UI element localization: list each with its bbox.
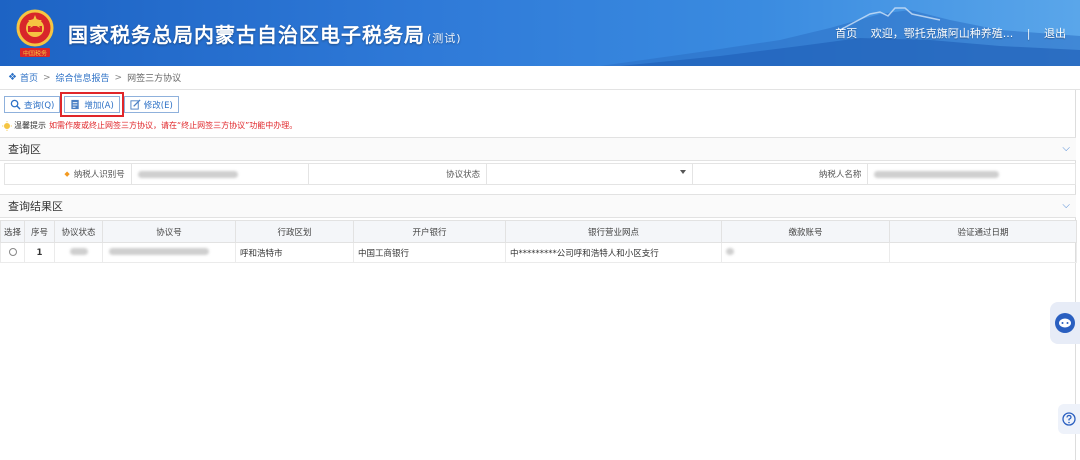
column-header: 验证通过日期 xyxy=(889,220,1077,243)
column-header: 协议状态 xyxy=(54,220,103,243)
row-select-cell[interactable] xyxy=(0,242,25,263)
query-form-row: ◆ 纳税人识别号 协议状态 纳税人名称 xyxy=(4,163,1076,185)
app-title-tag: (测试) xyxy=(427,32,462,45)
table-row[interactable]: 1 呼和浩特市 中国工商银行 中*********公司呼和浩特人和小区支行 xyxy=(0,242,1077,263)
online-service-button[interactable] xyxy=(1050,302,1080,344)
redacted-value xyxy=(137,170,238,178)
row-seq: 1 xyxy=(24,242,55,263)
redacted-value xyxy=(109,247,209,255)
tip-text: 如需作废或终止网签三方协议，请在“终止网签三方协议”功能中办理。 xyxy=(49,121,298,130)
help-widget-button[interactable] xyxy=(1058,404,1080,434)
redacted-value xyxy=(726,247,734,255)
status-select[interactable] xyxy=(487,164,693,184)
chat-icon xyxy=(1055,313,1075,333)
status-label: 协议状态 xyxy=(309,164,488,184)
breadcrumb-arrow: > xyxy=(114,72,123,83)
app-title-text: 国家税务总局内蒙古自治区电子税务局 xyxy=(68,23,425,47)
svg-text:中国税务: 中国税务 xyxy=(23,50,47,58)
table-header-row: 选择 序号 协议状态 协议号 行政区划 开户银行 银行营业网点 缴款账号 验证通… xyxy=(0,220,1077,243)
taxpayer-id-input[interactable] xyxy=(132,164,310,184)
warm-tip: 温馨提示 如需作废或终止网签三方协议，请在“终止网签三方协议”功能中办理。 xyxy=(2,120,297,131)
breadcrumb-arrow: > xyxy=(42,72,51,83)
main-content: 查询(Q) 增加(A) 修改(E) 温馨提示 如需作废或终止网签三方协议，请在“… xyxy=(0,90,1077,460)
row-verify-date xyxy=(889,242,1077,263)
edit-button-label: 修改(E) xyxy=(143,100,173,111)
column-header: 开户银行 xyxy=(353,220,506,243)
add-button[interactable]: 增加(A) xyxy=(60,92,124,117)
user-links: 首页 欢迎，鄂托克旗阿山种养殖... | 退出 xyxy=(825,25,1066,41)
column-header: 选择 xyxy=(0,220,25,243)
add-button-label: 增加(A) xyxy=(84,100,114,111)
breadcrumb-current: 网签三方协议 xyxy=(127,74,182,84)
breadcrumb-home[interactable]: 首页 xyxy=(20,71,38,84)
result-panel-header[interactable]: 查询结果区 ⌵ xyxy=(0,194,1076,218)
query-button[interactable]: 查询(Q) xyxy=(4,96,61,113)
tip-label: 温馨提示 xyxy=(14,121,46,130)
link-separator: | xyxy=(1026,27,1031,40)
row-agreement-no xyxy=(102,242,236,263)
search-icon xyxy=(10,99,21,110)
column-header: 序号 xyxy=(24,220,55,243)
redacted-value xyxy=(874,170,1000,178)
required-marker-icon: ◆ xyxy=(64,170,70,178)
row-radio-button[interactable] xyxy=(8,248,17,256)
column-header: 行政区划 xyxy=(235,220,354,243)
chevron-down-icon[interactable]: ⌵ xyxy=(1062,200,1070,211)
row-account xyxy=(721,242,890,263)
dropdown-arrow-icon xyxy=(679,170,686,174)
row-status xyxy=(54,242,103,263)
location-pin-icon: ❖ xyxy=(8,72,17,83)
lightbulb-icon xyxy=(2,120,12,131)
column-header: 银行营业网点 xyxy=(505,220,722,243)
welcome-user-text: 欢迎，鄂托克旗阿山种养殖... xyxy=(870,27,1014,40)
query-button-label: 查询(Q) xyxy=(24,100,55,111)
status-label-text: 协议状态 xyxy=(446,170,481,180)
taxpayer-name-input[interactable] xyxy=(868,164,1075,184)
breadcrumb: ❖ 首页 > 综合信息报告 > 网签三方协议 xyxy=(0,66,1080,90)
row-bank: 中国工商银行 xyxy=(353,242,506,263)
redacted-value xyxy=(69,247,88,255)
column-header: 缴款账号 xyxy=(721,220,890,243)
taxpayer-name-label: 纳税人名称 xyxy=(692,164,869,184)
taxpayer-id-label-text: 纳税人识别号 xyxy=(73,170,125,180)
edit-icon xyxy=(130,99,141,110)
result-panel-title: 查询结果区 xyxy=(8,200,63,213)
chevron-down-icon[interactable]: ⌵ xyxy=(1062,143,1070,154)
query-panel-header[interactable]: 查询区 ⌵ xyxy=(0,137,1076,161)
result-table: 选择 序号 协议状态 协议号 行政区划 开户银行 银行营业网点 缴款账号 验证通… xyxy=(0,220,1077,263)
add-document-icon xyxy=(71,99,80,110)
logout-link[interactable]: 退出 xyxy=(1044,27,1066,40)
edit-button[interactable]: 修改(E) xyxy=(123,96,179,113)
help-icon xyxy=(1062,412,1076,426)
row-region: 呼和浩特市 xyxy=(235,242,354,263)
home-link[interactable]: 首页 xyxy=(835,27,857,40)
breadcrumb-parent[interactable]: 综合信息报告 xyxy=(56,71,110,84)
row-branch: 中*********公司呼和浩特人和小区支行 xyxy=(505,242,722,263)
toolbar: 查询(Q) 增加(A) 修改(E) xyxy=(4,92,179,117)
app-header: 中国税务 国家税务总局内蒙古自治区电子税务局 (测试) 首页 欢迎，鄂托克旗阿山种… xyxy=(0,0,1080,66)
app-title: 国家税务总局内蒙古自治区电子税务局 (测试) xyxy=(68,19,462,48)
tax-emblem-logo: 中国税务 xyxy=(16,9,54,58)
column-header: 协议号 xyxy=(102,220,236,243)
taxpayer-name-label-text: 纳税人名称 xyxy=(818,170,862,180)
taxpayer-id-label: ◆ 纳税人识别号 xyxy=(5,164,132,184)
query-panel-title: 查询区 xyxy=(8,143,41,156)
